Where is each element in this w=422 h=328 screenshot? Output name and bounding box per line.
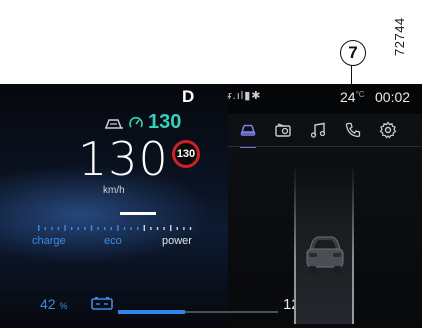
instrument-cluster-screen: D ᵲ.ıl▮✱ 24°C 00:02 130 130 130 km/h cha… [0, 84, 422, 328]
gauge-tick [97, 227, 99, 230]
gauge-label-eco: eco [104, 235, 122, 247]
gauge-tick [51, 227, 53, 230]
gauge-label-charge: charge [32, 235, 66, 247]
tab-separator [228, 146, 422, 147]
gauge-tick [104, 227, 106, 230]
gauge-label-power: power [162, 235, 192, 247]
gauge-tick [170, 225, 172, 231]
driving-assist-status: 130 [104, 111, 181, 134]
clock: 00:02 [375, 89, 411, 105]
gear-indicator: D [182, 87, 195, 106]
vehicle-rear-view-icon [306, 236, 344, 274]
adaptive-cruise-car-icon [105, 118, 123, 129]
figure-reference-code: 72744 [392, 17, 407, 56]
callout-leader-line [351, 66, 352, 86]
current-speed: 130 [78, 132, 169, 186]
left-lane-line [294, 164, 296, 324]
gauge-tick [84, 227, 86, 230]
tab-media[interactable] [273, 120, 293, 140]
gear-icon [379, 121, 397, 139]
battery-percent-value: 42 [40, 296, 56, 312]
gauge-tick [57, 227, 60, 230]
tab-phone[interactable] [343, 120, 363, 140]
gauge-tick [117, 225, 119, 231]
tab-music[interactable] [308, 120, 328, 140]
battery-level-bar [118, 310, 185, 314]
temperature-unit: °C [355, 90, 365, 99]
gauge-tick [183, 227, 185, 230]
callout-number: 7 [340, 40, 366, 66]
battery-percent-unit: % [59, 301, 68, 311]
speed-limit-sign: 130 [172, 140, 200, 168]
power-gauge-indicator [120, 212, 156, 215]
speed-limiter-icon [129, 116, 143, 127]
gauge-tick [123, 227, 126, 230]
tab-settings[interactable] [378, 120, 398, 140]
connectivity-status-icons: ᵲ.ıl▮✱ [228, 90, 262, 102]
gauge-tick [150, 227, 152, 230]
gauge-tick [137, 227, 139, 230]
temperature-value: 24 [340, 89, 356, 105]
radio-icon [275, 123, 291, 137]
cruise-set-speed: 130 [148, 111, 182, 133]
speed-unit: km/h [103, 185, 125, 196]
gauge-tick [38, 225, 40, 231]
car-front-icon [240, 124, 256, 136]
gauge-tick [156, 227, 159, 230]
gauge-tick [44, 227, 46, 230]
battery-icon [91, 297, 113, 310]
tab-driving-assist[interactable] [238, 120, 258, 148]
cluster-tabs [238, 120, 398, 148]
gauge-tick [110, 227, 112, 230]
gauge-tick [189, 227, 192, 230]
gauge-tick [143, 225, 145, 231]
right-lane-line [352, 164, 354, 324]
gauge-tick [71, 227, 73, 230]
phone-icon [345, 122, 361, 138]
gauge-tick [77, 227, 79, 230]
gauge-tick [64, 225, 66, 231]
gauge-tick [163, 227, 165, 230]
gauge-tick [90, 225, 93, 231]
gauge-tick [176, 227, 178, 230]
gauge-tick [130, 227, 132, 230]
battery-percentage: 42 % [40, 296, 67, 312]
power-gauge-ticks [38, 225, 192, 231]
music-note-icon [310, 122, 326, 138]
outside-temperature: 24°C [340, 89, 365, 105]
